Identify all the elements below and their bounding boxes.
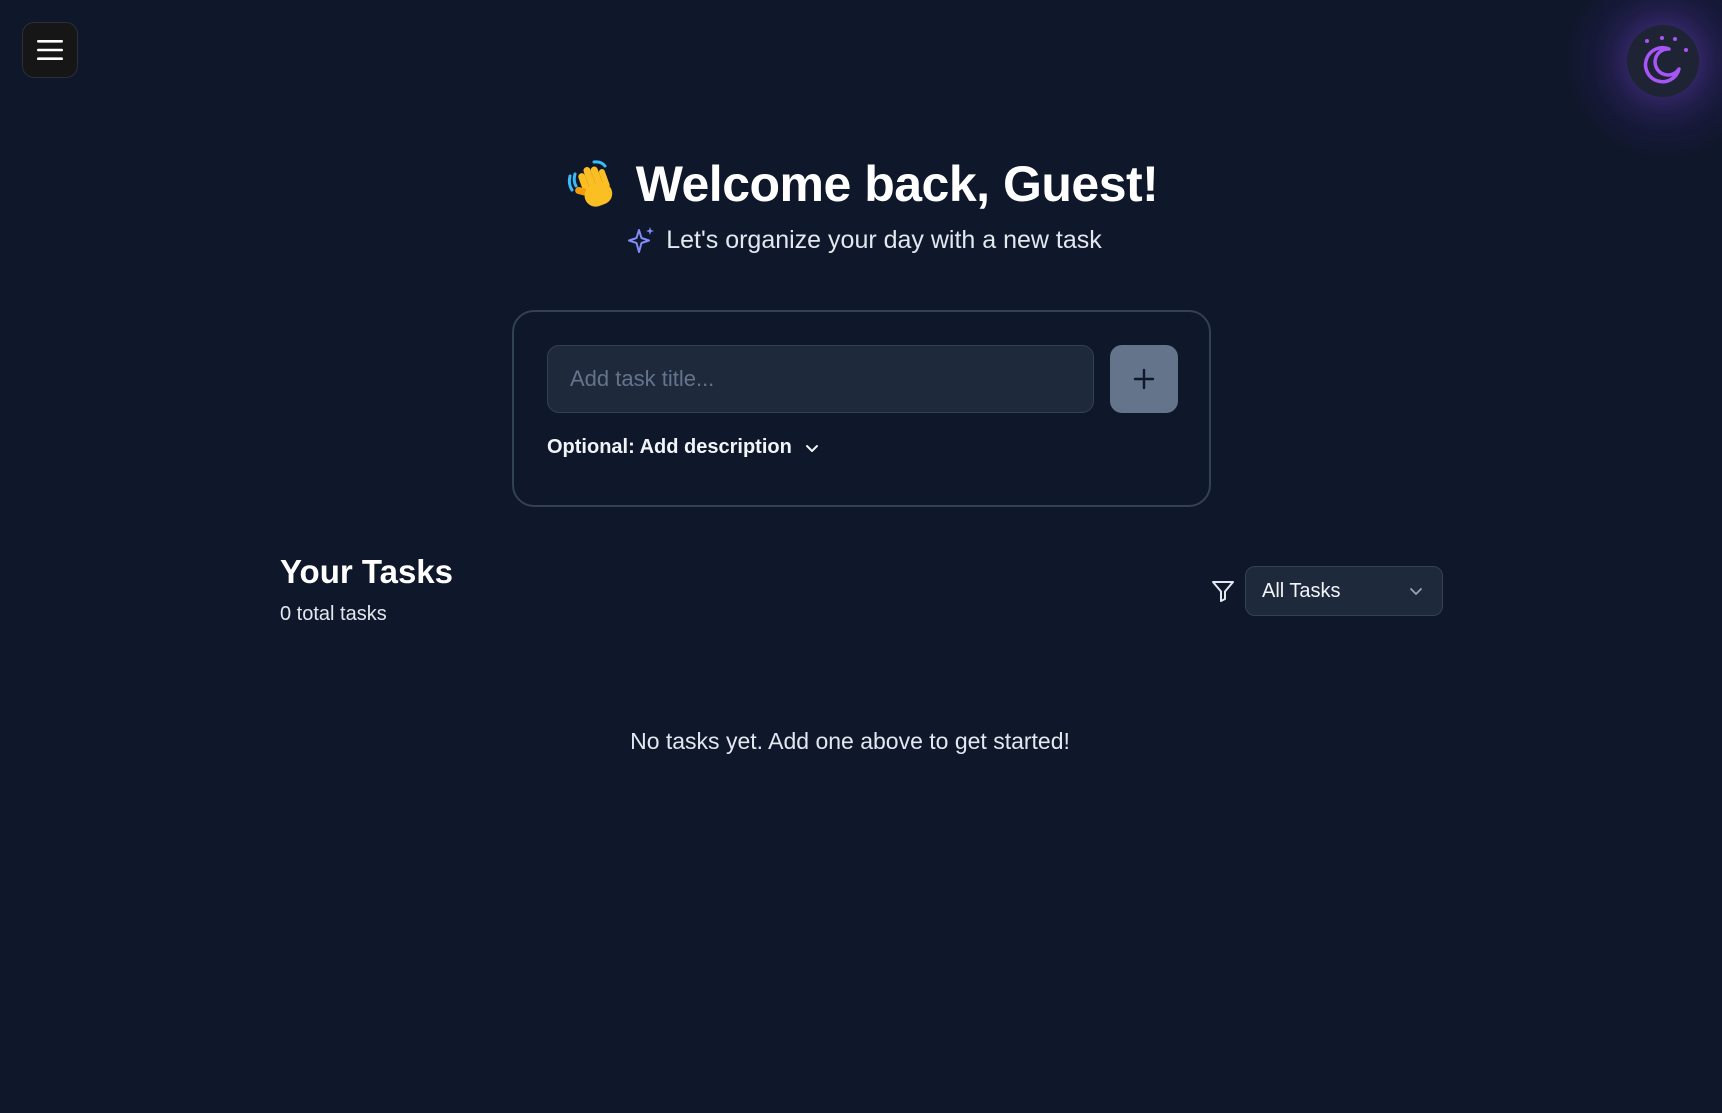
chevron-down-icon: [805, 444, 818, 452]
task-filter-select[interactable]: All Tasks: [1245, 566, 1443, 616]
add-task-card: Optional: Add description: [512, 310, 1211, 507]
tasks-title: Your Tasks: [280, 553, 454, 590]
add-description-toggle[interactable]: Optional: Add description: [547, 436, 820, 459]
plus-icon: [1133, 368, 1155, 390]
tasks-section-header: Your Tasks 0 total tasks: [280, 553, 453, 626]
waving-hand-icon: [567, 160, 612, 207]
theme-toggle-button[interactable]: [1627, 25, 1699, 97]
hero-subtitle-row: Let's organize your day with a new task: [626, 225, 1102, 255]
menu-button[interactable]: [22, 22, 78, 78]
chevron-down-icon: [1410, 588, 1422, 595]
app-page: Welcome back, Guest! Let's organize your…: [0, 0, 1722, 1113]
hero-title-row: Welcome back, Guest!: [564, 155, 1159, 213]
task-filter-value: All Tasks: [1262, 579, 1341, 602]
add-task-button[interactable]: [1110, 345, 1178, 413]
add-description-label: Optional: Add description: [547, 436, 792, 458]
filter-icon: [1212, 581, 1234, 602]
task-title-input[interactable]: [547, 345, 1094, 413]
empty-tasks-message: No tasks yet. Add one above to get start…: [630, 728, 1070, 754]
hamburger-menu-icon: [37, 40, 63, 60]
welcome-subtitle: Let's organize your day with a new task: [666, 225, 1102, 254]
welcome-title: Welcome back, Guest!: [635, 156, 1159, 212]
tasks-count: 0 total tasks: [280, 603, 387, 625]
welcome-hero: Welcome back, Guest! Let's organize your…: [0, 155, 1722, 255]
moon-icon: [1643, 36, 1688, 84]
sparkles-icon: [628, 227, 655, 253]
